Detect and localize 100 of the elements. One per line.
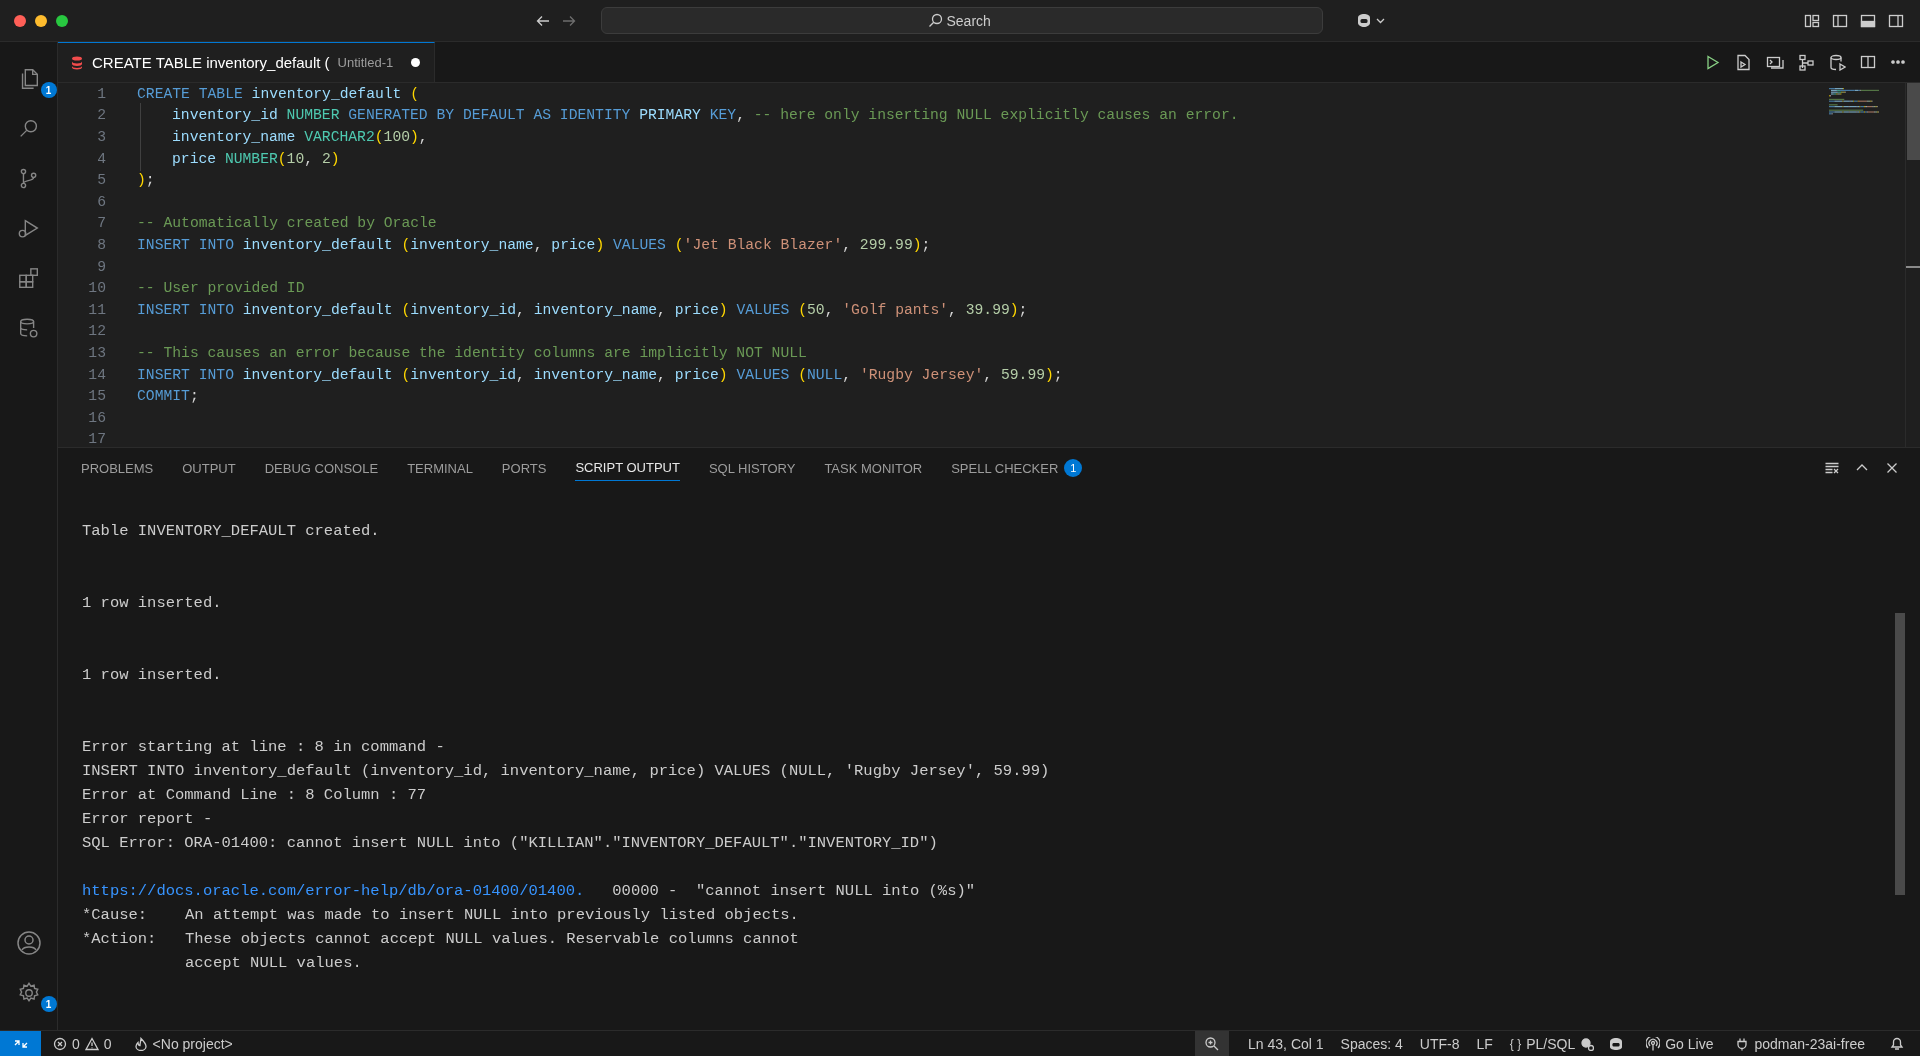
code-line: -- Automatically created by Oracle [137,215,437,232]
broadcast-icon [1646,1036,1661,1051]
panel-tab[interactable]: PORTS [487,454,561,482]
database-icon [70,55,84,70]
count-badge: 1 [1064,459,1083,477]
line-number: 13 [87,344,106,361]
cursor-position[interactable]: Ln 43, Col 1 [1241,1031,1334,1056]
line-number: 10 [87,280,106,297]
panel-tab[interactable]: DEBUG CONSOLE [250,454,393,482]
output-label: *Action: [82,929,158,950]
minimize-window-button[interactable] [35,14,47,27]
line-number: 15 [87,388,106,405]
run-debug-icon[interactable] [16,217,41,241]
panel-tab[interactable]: TERMINAL [393,454,487,482]
editor-tab[interactable]: CREATE TABLE inventory_default ( Untitled-1 [58,42,436,82]
code-line: ); [137,172,155,189]
close-window-button[interactable] [14,14,26,27]
output-line: Error report - [82,809,214,830]
line-number: 3 [96,129,106,145]
code-line: -- User provided ID [137,280,305,297]
warning-icon [84,1036,99,1051]
line-number: 1 [96,85,106,102]
output-line: Table INVENTORY_DEFAULT created. [82,521,381,542]
maximize-window-button[interactable] [56,14,68,27]
panel-tab[interactable]: SPELL CHECKER 1 [937,454,1097,482]
panel-tab[interactable]: SQL HISTORY [694,454,810,482]
output-line: 1 row inserted. [82,593,223,614]
line-number: 11 [87,301,106,318]
code-line: -- This causes an error because the identity columns are implicitly NOT NULL [137,344,807,361]
panel-tab[interactable]: OUTPUT [168,454,250,482]
line-number: 14 [87,366,106,383]
clear-output-icon[interactable] [1824,460,1840,476]
code-line: inventory_name VARCHAR2(100), [137,129,428,145]
notification-bell-icon[interactable] [1889,1035,1905,1052]
toggle-panel-icon[interactable] [1860,12,1876,29]
toggle-secondary-sidebar-icon[interactable] [1888,12,1904,29]
line-number: 17 [87,431,106,448]
output-line: An attempt was made to insert NULL into previously listed objects. [185,905,799,926]
explorer-badge: 1 [40,82,57,98]
tab-description: Untitled-1 [337,55,394,70]
language-braces: { } [1509,1036,1522,1051]
output-line: Error starting at line : 8 in command - [82,737,446,758]
line-number: 5 [96,172,106,189]
search-bar[interactable]: Search [601,7,1323,34]
output-line: SQL Error: ORA-01400: cannot insert NULL into ("KILLIAN"."INVENTORY_DEFAULT"."INVENTORY_ID") [82,833,939,854]
unsaved-dot [411,58,421,67]
panel-tab[interactable]: SCRIPT OUTPUT [561,454,694,482]
line-number: 7 [96,215,106,232]
database-run-icon[interactable] [1829,53,1846,71]
encoding-setting[interactable]: UTF-8 [1412,1031,1470,1056]
problems-button[interactable]: 0 0 [46,1031,119,1056]
warning-count: 0 [103,1035,112,1052]
scrollbar-thumb[interactable] [1907,83,1920,160]
code-line: INSERT INTO inventory_default (inventory_id, inventory_name, price) VALUES (NULL, 'Rugby Jersey', 59.99); [137,366,1063,383]
connection-name[interactable]: podman-23ai-free [1754,1035,1865,1052]
line-number: 16 [87,409,106,426]
explain-plan-icon[interactable] [1798,53,1815,71]
remote-button[interactable] [0,1031,41,1056]
project-status[interactable]: <No project> [152,1035,233,1052]
panel-tab[interactable]: PROBLEMS [67,454,168,482]
output-line: accept NULL values. [185,953,362,974]
panel-tab[interactable]: TASK MONITOR [810,454,937,482]
language-mode[interactable]: PL/SQL [1526,1035,1576,1052]
extensions-icon[interactable] [16,267,41,291]
scrollbar-thumb[interactable] [1895,613,1905,895]
line-number: 2 [96,107,106,124]
run-script-icon[interactable] [1735,53,1752,71]
line-number: 9 [96,258,106,275]
settings-badge: 1 [40,996,57,1012]
error-icon [53,1036,67,1051]
output-line: INSERT INTO inventory_default (inventory_id, inventory_name, price) VALUES (NULL, 'Rugby Jersey', 59.99) [82,761,1051,782]
error-count: 0 [72,1035,80,1052]
cursor-marker [1906,266,1920,268]
output-label: *Cause: [82,905,149,926]
line-number: 12 [87,323,106,340]
customize-layout-icon[interactable] [1804,12,1820,29]
output-line: These objects cannot accept NULL values. Reservable columns cannot [185,929,799,950]
output-line: 1 row inserted. [82,665,223,686]
error-help-link[interactable]: https://docs.oracle.com/error-help/db/ora-01400/01400. [82,879,585,903]
account-icon[interactable] [15,930,42,956]
line-number: 8 [96,236,106,253]
split-editor-icon[interactable] [1860,54,1876,70]
zoom-icon[interactable] [1204,1035,1221,1052]
code-line: INSERT INTO inventory_default (inventory_id, inventory_name, price) VALUES (50, 'Golf pants', 39.99); [137,301,1028,318]
code-line: INSERT INTO inventory_default (inventory_name, price) VALUES ('Jet Black Blazer', 299.99); [137,236,931,253]
toggle-sidebar-icon[interactable] [1832,12,1848,29]
indentation-setting[interactable]: Spaces: 4 [1333,1031,1413,1056]
search-icon [927,13,943,28]
line-ending-setting[interactable]: LF [1469,1031,1503,1056]
go-live-button[interactable]: Go Live [1665,1035,1714,1052]
code-line: COMMIT; [137,388,199,405]
output-line: 00000 - "cannot insert NULL into (%s)" [612,881,976,902]
flame-icon [133,1036,148,1051]
code-line: CREATE TABLE inventory_default ( [137,85,420,102]
line-number: 4 [96,150,106,167]
run-icon[interactable] [1704,53,1721,71]
tab-title: CREATE TABLE inventory_default ( [92,54,330,71]
output-line: Error at Command Line : 8 Column : 77 [82,785,428,806]
search-field[interactable]: Search [946,12,997,29]
plug-icon [1735,1036,1750,1051]
